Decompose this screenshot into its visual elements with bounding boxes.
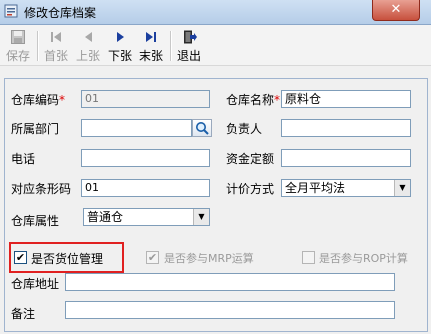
barcode-field[interactable]: 01 — [81, 179, 210, 197]
toolbar: 保存 首张 上张 下张 末张 退出 — [0, 25, 431, 66]
title-bar: 修改仓库档案 ✕ — [0, 0, 431, 25]
app-icon — [4, 4, 18, 18]
rop-checkbox[interactable] — [302, 251, 315, 264]
next-record-icon — [117, 32, 124, 42]
next-record-button[interactable]: 下张 — [106, 28, 134, 63]
warehouse-code-field[interactable]: 01 — [81, 90, 210, 108]
pricing-method-label: 计价方式 — [226, 182, 275, 196]
note-field[interactable] — [65, 301, 395, 319]
last-record-button[interactable]: 末张 — [137, 28, 165, 63]
department-lookup-button[interactable] — [192, 119, 212, 137]
first-record-button[interactable]: 首张 — [42, 28, 70, 63]
save-button[interactable]: 保存 — [4, 28, 32, 63]
search-icon — [196, 122, 209, 135]
mrp-label: 是否参与MRP运算 — [164, 252, 254, 265]
rop-label: 是否参与ROP计算 — [319, 252, 408, 265]
exit-button[interactable]: 退出 — [175, 28, 203, 63]
highlight-box — [9, 242, 124, 273]
chevron-down-icon[interactable]: ▼ — [394, 180, 410, 196]
address-field[interactable] — [65, 273, 395, 291]
first-record-icon — [51, 32, 61, 42]
previous-record-icon — [85, 32, 92, 42]
warehouse-code-label: 仓库编码* — [11, 93, 66, 107]
warehouse-form — [4, 78, 428, 332]
chevron-down-icon[interactable]: ▼ — [193, 209, 209, 225]
close-icon: ✕ — [390, 2, 402, 17]
fund-quota-field[interactable] — [281, 149, 411, 167]
warehouse-name-field[interactable]: 原料仓 — [281, 90, 411, 108]
last-record-icon — [146, 32, 156, 42]
close-button[interactable]: ✕ — [372, 0, 420, 21]
manager-label: 负责人 — [226, 122, 263, 136]
warehouse-name-label: 仓库名称* — [226, 93, 281, 107]
manager-field[interactable] — [281, 119, 411, 137]
barcode-label: 对应条形码 — [11, 182, 72, 196]
warehouse-attr-label: 仓库属性 — [11, 214, 60, 228]
phone-label: 电话 — [11, 152, 36, 166]
department-label: 所属部门 — [11, 122, 60, 136]
fund-quota-label: 资金定额 — [226, 152, 275, 166]
previous-record-button[interactable]: 上张 — [74, 28, 102, 63]
toolbar-separator — [170, 31, 172, 61]
exit-icon — [184, 30, 197, 44]
window-title: 修改仓库档案 — [24, 6, 97, 20]
address-label: 仓库地址 — [11, 277, 60, 291]
note-label: 备注 — [11, 307, 36, 321]
mrp-checkbox[interactable]: ✔ — [146, 251, 159, 264]
toolbar-separator — [37, 31, 39, 61]
warehouse-attr-select[interactable]: 普通仓 ▼ — [83, 208, 210, 226]
phone-field[interactable] — [81, 149, 210, 167]
pricing-method-select[interactable]: 全月平均法 ▼ — [281, 179, 411, 197]
department-field[interactable] — [81, 119, 192, 137]
save-icon — [11, 30, 25, 44]
